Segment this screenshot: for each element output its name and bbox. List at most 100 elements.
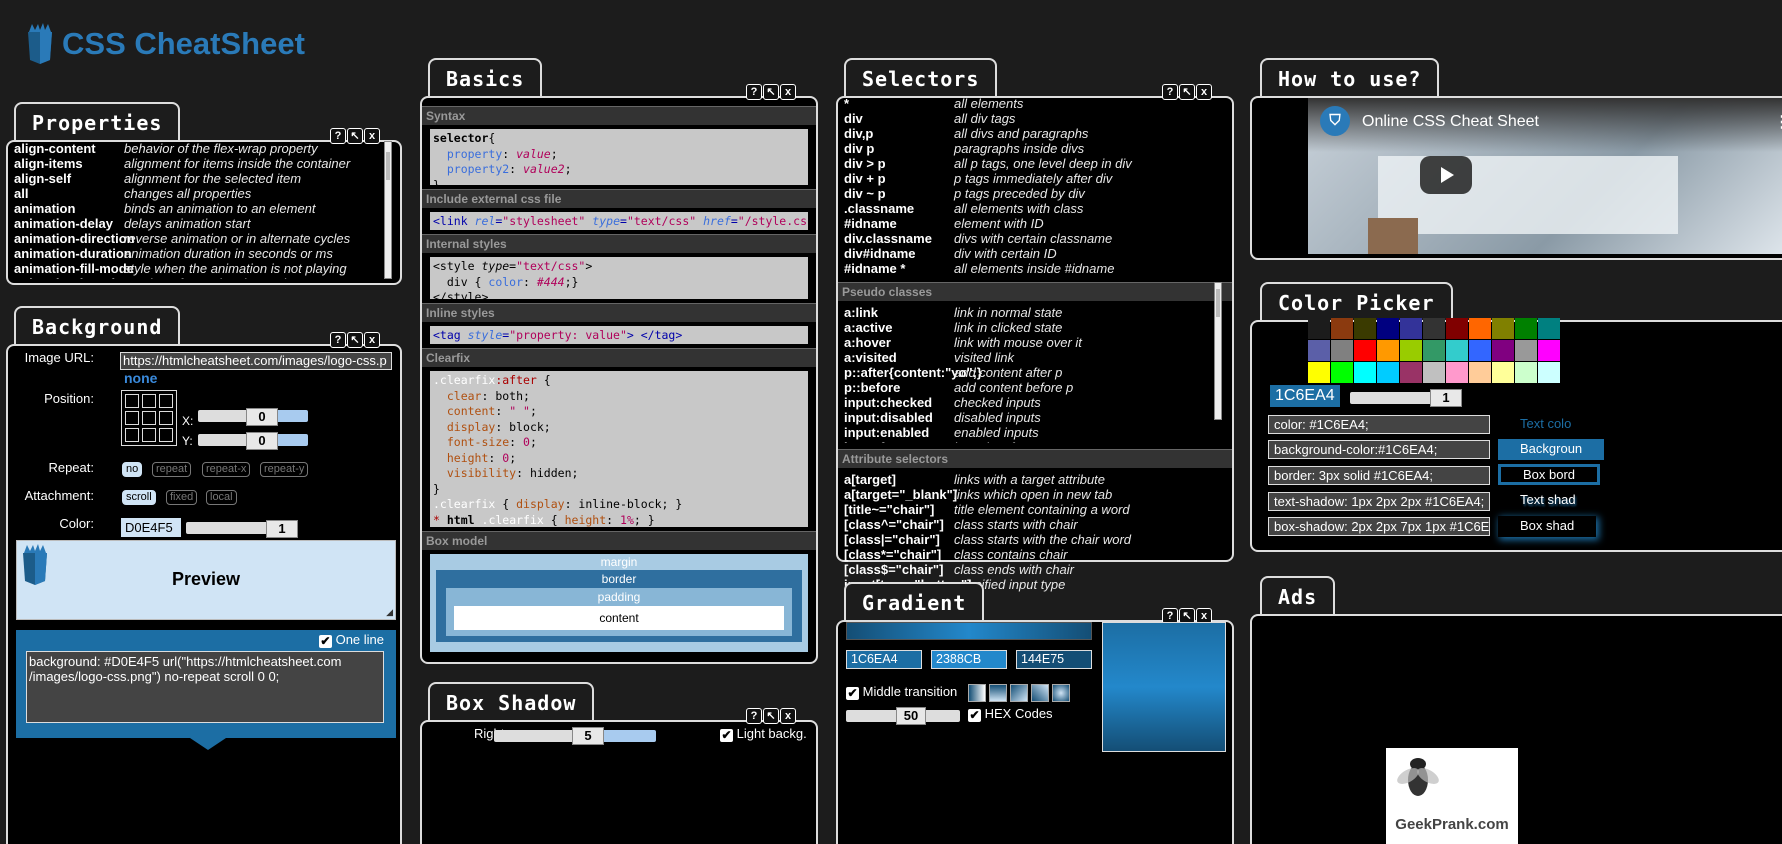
help-button[interactable]: ?	[746, 84, 762, 100]
direction-diagonal-icon[interactable]	[1010, 684, 1028, 702]
boxshadow-css-line[interactable]: box-shadow: 2px 2px 7px 1px #1C6E	[1268, 517, 1490, 536]
color-swatch[interactable]	[1354, 340, 1376, 361]
color-swatch[interactable]	[1400, 362, 1422, 383]
properties-scrollbar[interactable]	[384, 141, 392, 279]
color-css-line[interactable]: color: #1C6EA4;	[1268, 415, 1490, 434]
color-swatch[interactable]	[1400, 318, 1422, 339]
attachment-local-option[interactable]: local	[206, 490, 237, 505]
color-swatch[interactable]	[1469, 362, 1491, 383]
border-button[interactable]: Box bord	[1498, 464, 1601, 485]
pseudo-scrollbar[interactable]	[1214, 282, 1222, 420]
preview-box[interactable]: Preview ◢	[16, 540, 396, 620]
direction-diagonal2-icon[interactable]	[1031, 684, 1049, 702]
css-output-textarea[interactable]: background: #D0E4F5 url("https://htmlche…	[26, 651, 384, 723]
x-value[interactable]: 0	[246, 408, 278, 426]
color-swatch[interactable]	[1377, 362, 1399, 383]
color-swatch[interactable]	[1400, 340, 1422, 361]
help-button[interactable]: ?	[330, 332, 346, 348]
hex-value[interactable]: 1C6EA4	[1270, 385, 1340, 407]
close-button[interactable]: x	[780, 708, 796, 724]
color-swatch[interactable]	[1331, 340, 1353, 361]
color-swatch[interactable]	[1492, 318, 1514, 339]
background-css-line[interactable]: background-color:#1C6EA4;	[1268, 440, 1490, 459]
channel-avatar-icon[interactable]: ⛉	[1320, 106, 1350, 136]
ad-banner[interactable]: GeekPrank.com	[1386, 748, 1518, 844]
close-button[interactable]: x	[364, 332, 380, 348]
hex-codes-option[interactable]: ✔ HEX Codes	[968, 706, 1053, 722]
middle-transition-checkbox[interactable]: ✔	[846, 687, 859, 700]
color-swatch[interactable]	[1308, 318, 1330, 339]
position-cell[interactable]	[159, 428, 173, 442]
color-swatch[interactable]	[1538, 362, 1560, 383]
position-cell[interactable]	[142, 428, 156, 442]
repeat-x-option[interactable]: repeat-x	[202, 462, 251, 477]
middle-transition-option[interactable]: ✔ Middle transition	[846, 684, 957, 700]
repeat-y-option[interactable]: repeat-y	[260, 462, 309, 477]
color-value-input[interactable]: D0E4F5	[121, 518, 181, 537]
direction-horizontal-icon[interactable]	[989, 684, 1007, 702]
none-link[interactable]: none	[124, 370, 157, 386]
y-value[interactable]: 0	[246, 432, 278, 450]
color-swatch[interactable]	[1423, 362, 1445, 383]
light-background-checkbox[interactable]: ✔	[720, 729, 733, 742]
direction-radial-icon[interactable]	[1052, 684, 1070, 702]
gradient-bar[interactable]	[846, 622, 1092, 640]
box-shadow-button[interactable]: Box shad	[1498, 516, 1596, 537]
color-swatch[interactable]	[1515, 340, 1537, 361]
opacity-value[interactable]: 1	[266, 520, 298, 538]
position-cell[interactable]	[159, 411, 173, 425]
color-swatch[interactable]	[1492, 362, 1514, 383]
resize-handle-icon[interactable]: ◢	[386, 607, 393, 618]
help-button[interactable]: ?	[746, 708, 762, 724]
color-swatch[interactable]	[1492, 340, 1514, 361]
video-thumbnail[interactable]: ⛉ Online CSS Cheat Sheet ⋮	[1308, 98, 1782, 254]
color-swatch[interactable]	[1331, 362, 1353, 383]
popout-button[interactable]: ↖	[347, 332, 363, 348]
color-swatch[interactable]	[1354, 362, 1376, 383]
color-swatch[interactable]	[1308, 340, 1330, 361]
middle-value[interactable]: 50	[896, 707, 926, 725]
color-swatch[interactable]	[1377, 318, 1399, 339]
gradient-direction-options[interactable]	[968, 684, 1070, 702]
play-button-icon[interactable]	[1420, 156, 1472, 194]
color-swatch[interactable]	[1515, 362, 1537, 383]
color-swatch[interactable]	[1423, 318, 1445, 339]
light-background-option[interactable]: ✔ Light backg.	[720, 726, 807, 742]
video-menu-icon[interactable]: ⋮	[1774, 112, 1782, 132]
gradient-color-1[interactable]: 1C6EA4	[846, 650, 922, 669]
gradient-color-2[interactable]: 2388CB	[931, 650, 1007, 669]
color-swatch[interactable]	[1446, 340, 1468, 361]
hex-codes-checkbox[interactable]: ✔	[968, 709, 981, 722]
color-swatch[interactable]	[1469, 318, 1491, 339]
site-logo[interactable]: CSS CheatSheet	[24, 22, 305, 66]
color-swatch[interactable]	[1446, 362, 1468, 383]
image-url-input[interactable]: https://htmlcheatsheet.com/images/logo-c…	[120, 352, 392, 370]
video-title[interactable]: Online CSS Cheat Sheet	[1362, 113, 1539, 131]
close-button[interactable]: x	[780, 84, 796, 100]
color-swatch[interactable]	[1469, 340, 1491, 361]
repeat-option[interactable]: repeat	[152, 462, 192, 477]
right-value[interactable]: 5	[572, 727, 604, 745]
color-swatch[interactable]	[1308, 362, 1330, 383]
popout-button[interactable]: ↖	[1179, 84, 1195, 100]
position-cell[interactable]	[125, 394, 139, 408]
gradient-color-3[interactable]: 144E75	[1016, 650, 1092, 669]
popout-button[interactable]: ↖	[763, 84, 779, 100]
repeat-no-option[interactable]: no	[122, 462, 143, 477]
help-button[interactable]: ?	[1162, 84, 1178, 100]
color-swatch[interactable]	[1538, 340, 1560, 361]
position-cell[interactable]	[125, 411, 139, 425]
down-arrow-icon[interactable]	[190, 738, 226, 750]
one-line-option[interactable]: ✔ One line	[318, 632, 384, 648]
background-button[interactable]: Backgroun	[1498, 439, 1605, 460]
text-color-button[interactable]: Text colo	[1498, 414, 1593, 435]
one-line-checkbox[interactable]: ✔	[318, 635, 332, 648]
attachment-fixed-option[interactable]: fixed	[166, 490, 198, 505]
position-cell[interactable]	[142, 394, 156, 408]
color-swatch[interactable]	[1331, 318, 1353, 339]
attachment-scroll-option[interactable]: scroll	[122, 490, 156, 505]
color-swatch[interactable]	[1377, 340, 1399, 361]
direction-vertical-icon[interactable]	[968, 684, 986, 702]
popout-button[interactable]: ↖	[763, 708, 779, 724]
position-cell[interactable]	[125, 428, 139, 442]
